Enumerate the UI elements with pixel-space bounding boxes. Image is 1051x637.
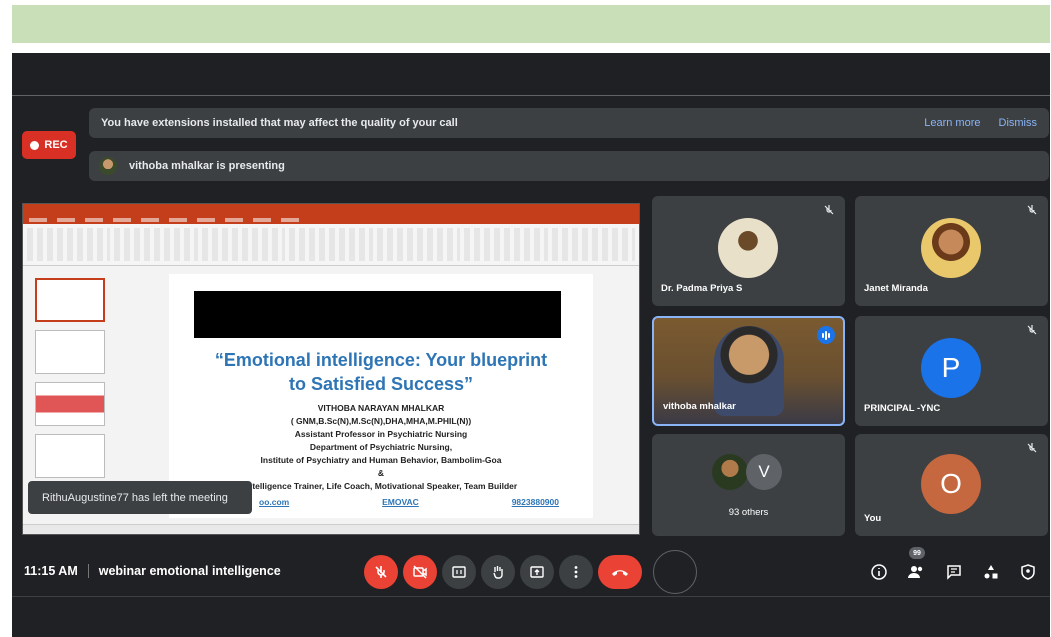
participant-tile[interactable]: Dr. Padma Priya S	[652, 196, 845, 306]
slide-line: Assistant Professor in Psychiatric Nursi…	[294, 429, 468, 439]
mic-toggle-button[interactable]	[364, 555, 398, 589]
avatar-letter: O	[940, 468, 962, 499]
record-dot-icon	[30, 140, 40, 150]
window-header	[12, 53, 1050, 96]
slide-title-line1: “Emotional intelligence: Your blueprint	[214, 350, 548, 370]
left-meeting-toast: RithuAugustine77 has left the meeting	[28, 481, 252, 514]
self-tile[interactable]: O You	[855, 434, 1048, 536]
participant-tile-active-speaker[interactable]: vithoba mhalkar	[652, 316, 845, 426]
avatar: P	[921, 338, 981, 398]
camera-toggle-button[interactable]	[403, 555, 437, 589]
more-options-button[interactable]	[559, 555, 593, 589]
separator	[87, 564, 89, 578]
toast-text: RithuAugustine77 has left the meeting	[42, 491, 228, 504]
others-tile[interactable]: V 93 others	[652, 434, 845, 536]
chat-icon	[947, 565, 961, 580]
host-controls-icon	[1021, 564, 1035, 580]
extensions-banner: You have extensions installed that may a…	[89, 108, 1049, 138]
ppt-ribbon-tabs	[23, 215, 639, 224]
slide-body: VITHOBA NARAYAN MHALKAR ( GNM,B.Sc(N),M.…	[179, 402, 583, 493]
meeting-details-button[interactable]	[868, 561, 890, 583]
participant-name: PRINCIPAL -YNC	[864, 403, 941, 414]
slide-thumbnail	[35, 434, 105, 478]
ppt-title-bar	[23, 204, 639, 215]
participant-count: 99	[913, 549, 921, 557]
present-icon	[530, 566, 544, 578]
leave-call-button[interactable]	[598, 555, 642, 589]
participant-tile[interactable]: Janet Miranda	[855, 196, 1048, 306]
presenting-text: vithoba mhalkar is presenting	[129, 160, 285, 172]
learn-more-link[interactable]: Learn more	[924, 117, 980, 129]
slide-links: oo.com EMOVAC 9823880900	[259, 497, 559, 507]
slide-title-line2: to Satisfied Success”	[288, 374, 474, 394]
avatar: O	[921, 454, 981, 514]
slide-line: Department of Psychiatric Nursing,	[309, 442, 453, 452]
avatar: V	[746, 454, 782, 490]
mic-off-icon	[824, 205, 834, 215]
slide-line: Institute of Psychiatry and Human Behavi…	[260, 455, 502, 465]
avatar	[921, 218, 981, 278]
avatar	[718, 218, 778, 278]
end-call-icon	[612, 570, 628, 576]
meeting-title: webinar emotional intelligence	[98, 564, 281, 578]
participant-name: vithoba mhalkar	[663, 401, 736, 412]
presenting-bar: vithoba mhalkar is presenting	[89, 151, 1049, 181]
meet-window: REC You have extensions installed that m…	[12, 53, 1050, 637]
host-controls-button[interactable]	[1017, 561, 1039, 583]
window-footer	[12, 596, 1050, 637]
people-icon	[908, 566, 923, 578]
slide-line: VITHOBA NARAYAN MHALKAR	[317, 403, 445, 413]
people-button[interactable]	[905, 561, 927, 583]
activities-button[interactable]	[980, 561, 1002, 583]
redacted-block	[194, 291, 561, 338]
slide-title: “Emotional intelligence: Your blueprint …	[179, 348, 583, 396]
ppt-ribbon	[23, 224, 639, 266]
slide-thumbnail	[35, 382, 105, 426]
avatar-letter: P	[941, 352, 961, 383]
activities-icon	[984, 565, 998, 579]
rec-label: REC	[44, 139, 68, 151]
slide-line: ( GNM,B.Sc(N),M.Sc(N),DHA,MHA,M.PHIL(N))	[290, 416, 472, 426]
slide-thumbnail	[35, 330, 105, 374]
captions-icon	[452, 566, 466, 578]
participant-name: Dr. Padma Priya S	[661, 283, 743, 294]
participant-count-badge: 99	[909, 547, 925, 559]
others-count: 93 others	[728, 507, 769, 518]
presenter-avatar	[99, 157, 117, 175]
present-button[interactable]	[520, 555, 554, 589]
mic-off-icon	[375, 566, 387, 578]
slide-line: &	[377, 468, 385, 478]
slide-link: 9823880900	[511, 497, 559, 507]
dismiss-button[interactable]: Dismiss	[999, 117, 1038, 129]
raise-hand-icon	[493, 566, 503, 579]
camera-off-icon	[413, 565, 427, 579]
mic-off-icon	[1027, 205, 1037, 215]
meeting-info: 11:15 AM webinar emotional intelligence	[24, 564, 281, 578]
captions-button[interactable]	[442, 555, 476, 589]
slide-thumbnail	[35, 278, 105, 322]
mic-off-icon	[1027, 443, 1037, 453]
top-strip	[12, 5, 1050, 43]
slide-link: EMOVAC	[382, 497, 419, 507]
slide-link: oo.com	[259, 497, 290, 507]
participant-tile[interactable]: P PRINCIPAL -YNC	[855, 316, 1048, 426]
avatar-letter: V	[758, 462, 770, 481]
avatar	[712, 454, 748, 490]
self-view-ring	[653, 550, 697, 594]
meeting-time: 11:15 AM	[24, 564, 78, 578]
banner-message: You have extensions installed that may a…	[101, 117, 458, 129]
raise-hand-button[interactable]	[481, 555, 515, 589]
more-icon	[574, 566, 578, 578]
info-icon	[871, 564, 887, 580]
mic-off-icon	[1027, 325, 1037, 335]
recording-badge: REC	[22, 131, 76, 159]
chat-button[interactable]	[943, 561, 965, 583]
participant-name: You	[864, 513, 882, 524]
speaking-indicator-icon	[817, 326, 835, 344]
participant-name: Janet Miranda	[864, 283, 928, 294]
ppt-status-bar	[23, 524, 639, 534]
